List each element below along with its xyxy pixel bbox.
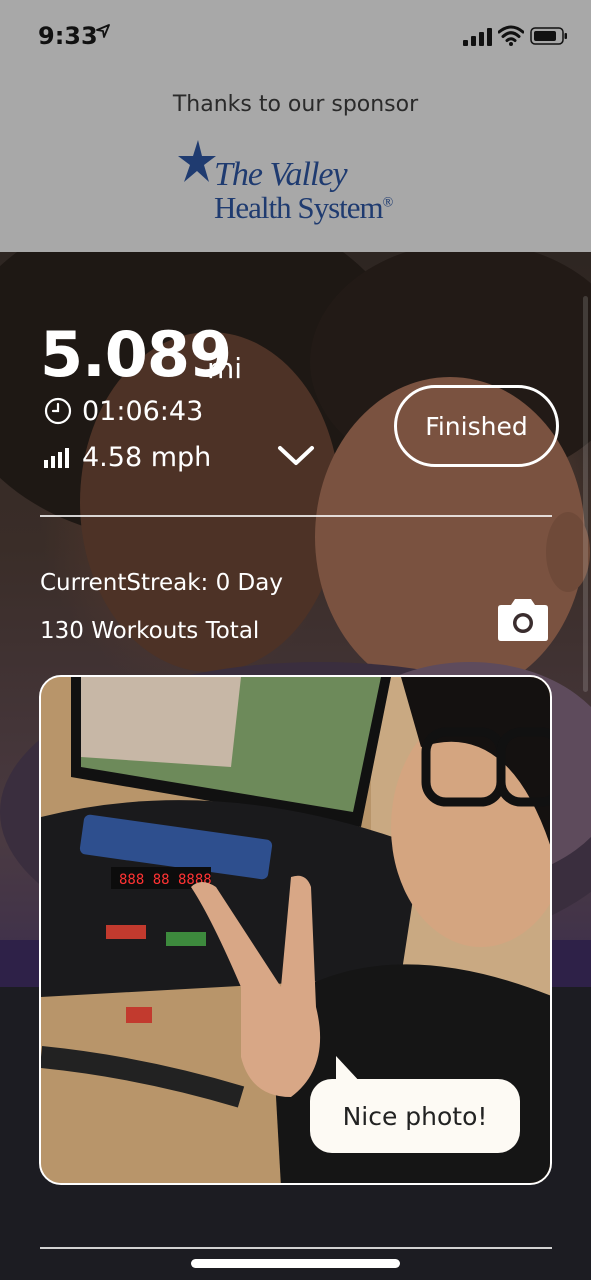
distance-unit: mi [207,352,243,385]
home-indicator[interactable] [191,1259,400,1268]
sponsor-logo[interactable]: The Valley Health System® [176,138,426,230]
cellular-signal-icon [463,28,492,46]
clock-icon [44,397,72,425]
workouts-total-text: 130 Workouts Total [40,618,260,644]
location-arrow-icon [96,24,110,38]
logo-text-line2: Health System® [214,190,394,226]
speed-value: 4.58 mph [82,442,212,473]
bottom-divider [40,1247,552,1249]
star-logo-icon [178,140,216,182]
finished-button[interactable]: Finished [394,385,559,467]
distance-value: 5.089 [40,318,232,391]
logo-registered-mark: ® [382,195,394,211]
duration-value: 01:06:43 [82,396,204,427]
battery-icon [530,27,567,45]
status-bar: 9:33 [0,0,591,70]
scrollbar[interactable] [583,296,588,692]
camera-icon[interactable] [494,598,552,642]
sponsor-banner: Thanks to our sponsor The Valley Health … [0,70,591,252]
logo-text-line1: The Valley [214,156,348,193]
nice-photo-bubble: Nice photo! [310,1079,520,1153]
status-time: 9:33 [38,22,98,50]
wifi-icon [498,25,524,46]
speed-bars-icon [44,448,69,468]
chevron-down-icon[interactable] [277,444,315,468]
logo-text-line2-main: Health System [214,190,384,225]
stats-divider [40,515,552,517]
current-streak-text: CurrentStreak: 0 Day [40,570,283,596]
sponsor-label: Thanks to our sponsor [172,92,419,117]
